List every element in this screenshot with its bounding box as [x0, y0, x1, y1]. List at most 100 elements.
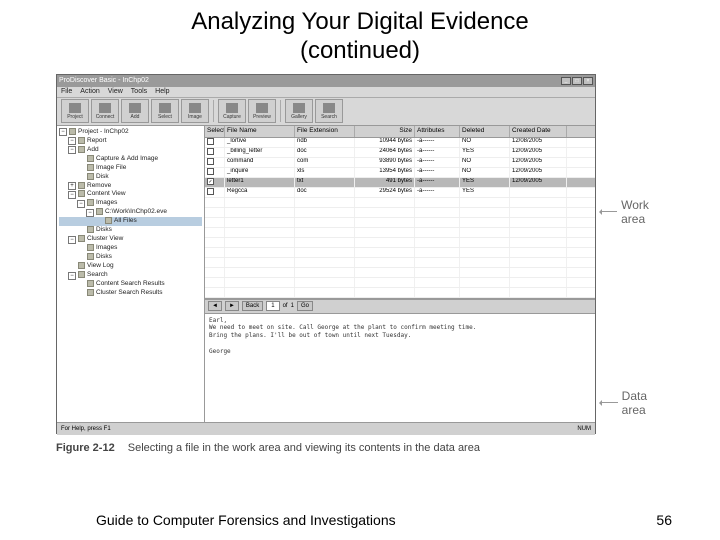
table-row[interactable]: _billing_letterdoc24064 bytes-a------YES… — [205, 148, 595, 158]
table-row-empty — [205, 238, 595, 248]
tree-node[interactable]: −Report — [59, 137, 202, 146]
status-right: NUM — [577, 426, 591, 432]
table-row-empty — [205, 288, 595, 298]
tree-node[interactable]: All Files — [59, 217, 202, 226]
minimize-button[interactable]: _ — [561, 77, 571, 85]
toolbar-gallery-button[interactable]: Gallery — [285, 99, 313, 123]
close-button[interactable]: × — [583, 77, 593, 85]
column-header[interactable]: Attributes — [415, 126, 460, 137]
table-row[interactable]: ✓letter1txt491 bytes-a------YES12/09/200… — [205, 178, 595, 188]
data-area: ◄ ► Back 1 of 1 Go Earl,We need to meet … — [205, 300, 595, 422]
menu-file[interactable]: File — [61, 88, 72, 95]
table-body[interactable]: _lortivendb10944 bytes-a------NO12/08/20… — [205, 138, 595, 298]
toolbar-capture-button[interactable]: Capture — [218, 99, 246, 123]
menu-tools[interactable]: Tools — [131, 88, 147, 95]
menubar: File Action View Tools Help — [57, 87, 595, 98]
toolbar-separator — [213, 100, 214, 122]
project-icon — [69, 103, 81, 113]
table-row-empty — [205, 278, 595, 288]
table-row-empty — [205, 198, 595, 208]
tree-node[interactable]: −Search — [59, 271, 202, 280]
menu-view[interactable]: View — [108, 88, 123, 95]
toolbar-search-button[interactable]: Search — [315, 99, 343, 123]
prev-button[interactable]: ◄ — [208, 301, 222, 311]
annotation-data-area: Data area — [600, 389, 664, 417]
tree-node[interactable]: +Remove — [59, 182, 202, 191]
table-row[interactable]: _lortivendb10944 bytes-a------NO12/08/20… — [205, 138, 595, 148]
statusbar: For Help, press F1 NUM — [57, 422, 595, 435]
tree-node[interactable]: Image File — [59, 164, 202, 173]
table-row-empty — [205, 218, 595, 228]
preview-icon — [256, 103, 268, 113]
figure-number: Figure 2-12 — [56, 442, 115, 454]
column-header[interactable]: Size — [355, 126, 415, 137]
select-icon — [159, 103, 171, 113]
column-header[interactable]: Deleted — [460, 126, 510, 137]
table-row[interactable]: _inquirexls13954 bytes-a------NO12/09/20… — [205, 168, 595, 178]
tree-node[interactable]: Disk — [59, 173, 202, 182]
arrow-icon — [600, 211, 617, 212]
maximize-button[interactable]: □ — [572, 77, 582, 85]
tree-node[interactable]: −Content View — [59, 190, 202, 199]
slide-title-line1: Analyzing Your Digital Evidence — [0, 8, 720, 37]
tree-pane[interactable]: −Project - InChp02−Report−AddCapture & A… — [57, 126, 205, 422]
toolbar-select-button[interactable]: Select — [151, 99, 179, 123]
data-toolbar: ◄ ► Back 1 of 1 Go — [205, 300, 595, 314]
tree-node[interactable]: −Cluster View — [59, 235, 202, 244]
menu-help[interactable]: Help — [155, 88, 169, 95]
tree-node[interactable]: −Images — [59, 199, 202, 208]
go-button[interactable]: Go — [297, 301, 313, 311]
table-row-empty — [205, 258, 595, 268]
toolbar-separator — [280, 100, 281, 122]
toolbar-connect-button[interactable]: Connect — [91, 99, 119, 123]
column-header[interactable]: Created Date — [510, 126, 567, 137]
tree-node[interactable]: Cluster Search Results — [59, 289, 202, 298]
gallery-icon — [293, 103, 305, 113]
tree-node[interactable]: Capture & Add Image — [59, 155, 202, 164]
tree-node[interactable]: Disks — [59, 253, 202, 262]
back-button[interactable]: Back — [242, 301, 263, 311]
table-row[interactable]: Regccadoc29524 bytes-a------YES — [205, 188, 595, 198]
toolbar-project-button[interactable]: Project — [61, 99, 89, 123]
table-row[interactable]: commandcom93890 bytes-a------NO12/09/200… — [205, 158, 595, 168]
figure-caption: Figure 2-12 Selecting a file in the work… — [56, 442, 720, 454]
capture-icon — [226, 103, 238, 113]
annotation-work-area: Work area — [600, 198, 664, 226]
slide-title-line2: (continued) — [0, 37, 720, 66]
tree-node[interactable]: Disks — [59, 226, 202, 235]
status-left: For Help, press F1 — [61, 426, 111, 432]
menu-action[interactable]: Action — [80, 88, 99, 95]
column-header[interactable]: File Extension — [295, 126, 355, 137]
toolbar-add-button[interactable]: Add — [121, 99, 149, 123]
connect-icon — [99, 103, 111, 113]
window-title: ProDiscover Basic - InChp02 — [59, 77, 149, 84]
titlebar: ProDiscover Basic - InChp02 _ □ × — [57, 75, 595, 87]
app-window: ProDiscover Basic - InChp02 _ □ × File Ac… — [56, 74, 596, 434]
toolbar: ProjectConnectAddSelectImage CapturePrevi… — [57, 98, 595, 126]
table-header: SelectFile NameFile ExtensionSizeAttribu… — [205, 126, 595, 138]
tree-node[interactable]: −C:\Work\InChp02.eve — [59, 208, 202, 217]
column-header[interactable]: File Name — [225, 126, 295, 137]
figure-caption-text: Selecting a file in the work area and vi… — [128, 442, 480, 454]
next-button[interactable]: ► — [225, 301, 239, 311]
column-header[interactable]: Select — [205, 126, 225, 137]
footer-text: Guide to Computer Forensics and Investig… — [96, 512, 396, 528]
toolbar-image-button[interactable]: Image — [181, 99, 209, 123]
page-field[interactable]: 1 — [266, 301, 279, 311]
tree-node[interactable]: Content Search Results — [59, 280, 202, 289]
search-icon — [323, 103, 335, 113]
tree-node[interactable]: −Project - InChp02 — [59, 128, 202, 137]
table-row-empty — [205, 248, 595, 258]
page-total: 1 — [291, 303, 294, 309]
arrow-icon — [600, 402, 618, 403]
of-label: of — [283, 303, 288, 309]
data-content: Earl,We need to meet on site. Call Georg… — [205, 314, 595, 422]
page-number: 56 — [656, 512, 672, 528]
toolbar-preview-button[interactable]: Preview — [248, 99, 276, 123]
tree-node[interactable]: −Add — [59, 146, 202, 155]
work-area: SelectFile NameFile ExtensionSizeAttribu… — [205, 126, 595, 300]
table-row-empty — [205, 208, 595, 218]
table-row-empty — [205, 228, 595, 238]
tree-node[interactable]: View Log — [59, 262, 202, 271]
tree-node[interactable]: Images — [59, 244, 202, 253]
